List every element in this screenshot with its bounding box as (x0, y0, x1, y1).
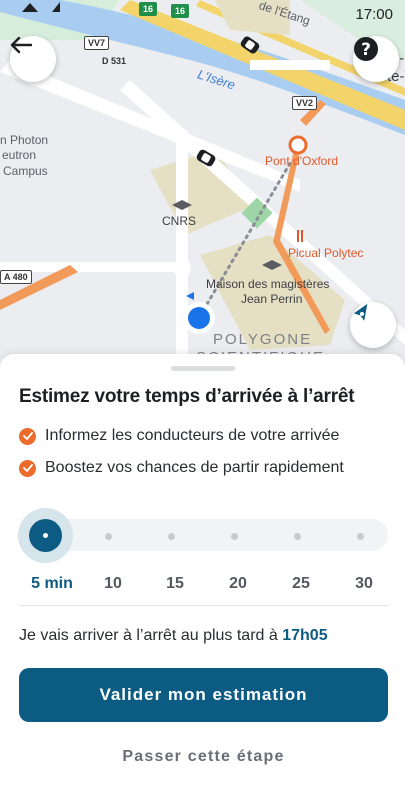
map-background (0, 0, 405, 380)
skip-step-button[interactable]: Passer cette étape (19, 737, 388, 777)
recenter-button[interactable] (350, 302, 396, 348)
signal-icon (52, 2, 60, 12)
wifi-icon (22, 3, 38, 12)
status-time: 17:00 (355, 6, 393, 23)
slider-label-30[interactable]: 30 (355, 575, 373, 593)
road-badge-vv2: VV2 (292, 96, 318, 110)
divider (19, 605, 388, 606)
compass-icon (353, 303, 368, 321)
arrival-text: Je vais arriver à l’arrêt au plus tard à (19, 627, 278, 644)
benefit-item: Informez les conducteurs de votre arrivé… (19, 427, 339, 445)
slider-thumb[interactable] (29, 519, 62, 552)
slider-step-dot[interactable] (231, 533, 238, 540)
road-badge-a480: A 480 (0, 270, 32, 284)
road-label-d531: D 531 (102, 56, 127, 66)
estimate-bottom-sheet: Estimez votre temps d’arrivée à l’arrêt … (0, 354, 405, 793)
validate-estimate-button[interactable]: Valider mon estimation (19, 668, 388, 722)
arrival-time: 17h05 (282, 627, 328, 644)
arrow-left-icon (10, 36, 32, 54)
back-button[interactable] (10, 36, 56, 82)
benefit-text: Boostez vos chances de partir rapidement (45, 459, 344, 476)
benefit-text: Informez les conducteurs de votre arrivé… (45, 427, 340, 444)
status-bar: 17:00 (0, 0, 405, 30)
slider-label-25[interactable]: 25 (292, 575, 310, 593)
benefit-item: Boostez vos chances de partir rapidement (19, 459, 344, 477)
picual-label: Picual Polytec (288, 246, 364, 260)
slider-label-20[interactable]: 20 (229, 575, 247, 593)
road-badge-vv7: VV7 (84, 36, 110, 50)
maison-label: Maison des magistères (206, 277, 330, 291)
maison-label-2: Jean Perrin (241, 292, 303, 306)
slider-step-dot[interactable] (357, 533, 364, 540)
slider-label-15[interactable]: 15 (166, 575, 184, 593)
sheet-drag-handle[interactable] (171, 366, 235, 371)
slider-label-10[interactable]: 10 (104, 575, 122, 593)
slider-step-dot[interactable] (294, 533, 301, 540)
map-view[interactable]: L'Isère CNRS Maison des magistères Jean … (0, 0, 405, 380)
status-icons (22, 2, 60, 12)
check-icon (19, 427, 36, 445)
pont-oxford-label: Pont d'Oxford (265, 154, 338, 168)
slider-step-dot[interactable] (105, 533, 112, 540)
photon-label-3: Campus (3, 164, 48, 178)
arrival-summary: Je vais arriver à l’arrêt au plus tard à… (19, 627, 328, 645)
polygone-label: POLYGONE (213, 331, 313, 348)
check-icon (19, 459, 36, 477)
help-button[interactable]: ? (353, 36, 399, 82)
slider-label-5[interactable]: 5 min (31, 575, 73, 593)
slider-labels: 5 min 10 15 20 25 30 (0, 575, 405, 597)
photon-label-1: n Photon (0, 133, 49, 147)
question-mark-icon: ? (354, 37, 378, 61)
time-slider-track[interactable] (19, 519, 388, 551)
sheet-title: Estimez votre temps d’arrivée à l’arrêt (19, 386, 355, 407)
cnrs-label: CNRS (162, 214, 197, 228)
photon-label-2: eutron (2, 148, 37, 162)
slider-step-dot[interactable] (168, 533, 175, 540)
svg-text:?: ? (361, 40, 371, 60)
